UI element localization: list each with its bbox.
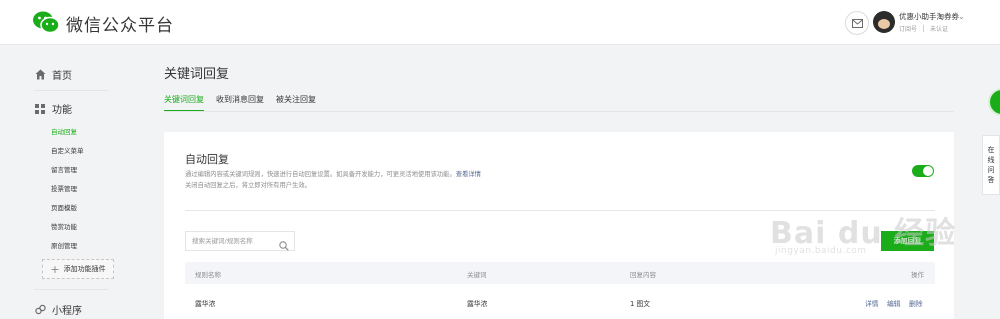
plus-icon: + xyxy=(50,262,60,276)
brand-title[interactable]: 微信公众平台 xyxy=(66,11,174,36)
sidebar-item-auto-reply[interactable]: 自动回复 xyxy=(51,126,77,136)
auto-reply-description: 通过编辑内容或关键词规则，快速进行自动回复设置。如具备开发能力，可更灵活地使用该… xyxy=(185,169,481,178)
online-help-char: 线 xyxy=(987,156,995,164)
miniprogram-icon xyxy=(34,304,46,316)
table-header: 规则名称 关键词 回复内容 操作 xyxy=(185,262,935,284)
account-status: 未认证 xyxy=(930,26,949,33)
divider xyxy=(923,25,925,32)
account-type: 订阅号 xyxy=(899,26,918,33)
sidebar-item-label: 小程序 xyxy=(52,306,82,317)
toggle-knob xyxy=(923,166,933,176)
page-title: 关键词回复 xyxy=(164,67,230,82)
add-plugin-label: 添加功能插件 xyxy=(63,265,106,273)
cell-keyword: 露华浓 xyxy=(467,300,488,308)
sidebar-item-comments[interactable]: 留言管理 xyxy=(51,164,77,174)
account-meta: 订阅号 未认证 xyxy=(899,24,948,33)
column-header-actions: 操作 xyxy=(911,271,924,279)
tab-follow-reply[interactable]: 被关注回复 xyxy=(276,94,316,112)
search-box xyxy=(185,231,295,251)
sidebar-item-votes[interactable]: 投票管理 xyxy=(51,183,77,193)
auto-reply-title: 自动回复 xyxy=(185,153,229,166)
sidebar-item-appreciation[interactable]: 赞赏功能 xyxy=(51,221,77,231)
sidebar-item-home[interactable]: 首页 xyxy=(34,67,72,82)
details-link[interactable]: 查看详情 xyxy=(456,171,481,178)
online-help-char: 在 xyxy=(987,146,995,154)
cell-rule: 露华浓 xyxy=(195,300,216,308)
sidebar-item-features[interactable]: 功能 xyxy=(34,101,72,116)
column-header-rule: 规则名称 xyxy=(195,271,221,279)
sidebar-item-page-templates[interactable]: 页面模版 xyxy=(51,202,77,212)
tab-bar: 关键词回复 收到消息回复 被关注回复 xyxy=(164,94,328,112)
wechat-logo-icon[interactable] xyxy=(32,10,60,34)
grid-icon xyxy=(34,103,46,115)
avatar[interactable] xyxy=(873,11,895,33)
sidebar-item-label: 功能 xyxy=(52,105,72,116)
sidebar-item-custom-menu[interactable]: 自定义菜单 xyxy=(51,145,84,155)
add-plugin-button[interactable]: + 添加功能插件 xyxy=(42,259,114,279)
tab-message-reply[interactable]: 收到消息回复 xyxy=(216,94,264,112)
floating-help-button[interactable] xyxy=(990,90,1000,114)
tab-keyword-reply[interactable]: 关键词回复 xyxy=(164,94,204,112)
divider xyxy=(34,90,108,91)
top-bar: 微信公众平台 优惠小助手淘券券 订阅号 未认证 ⌄ xyxy=(0,0,1000,45)
mail-icon[interactable] xyxy=(845,11,869,35)
sidebar: 首页 功能 自动回复 自定义菜单 留言管理 投票管理 页面模版 赞赏功能 原创管… xyxy=(0,45,150,319)
edit-action[interactable]: 编辑 xyxy=(887,298,901,308)
home-icon xyxy=(34,69,46,81)
divider xyxy=(34,289,108,290)
column-header-reply: 回复内容 xyxy=(630,271,656,279)
sidebar-item-original[interactable]: 原创管理 xyxy=(51,240,77,250)
auto-reply-note: 关闭自动回复之后，将立即对所有用户生效。 xyxy=(185,182,311,189)
sidebar-item-miniprogram[interactable]: 小程序 xyxy=(34,302,82,317)
account-name[interactable]: 优惠小助手淘券券 xyxy=(899,11,959,22)
baidu-watermark: Bai du 经验 jingyan.baidu.com xyxy=(770,208,956,256)
details-action[interactable]: 详情 xyxy=(865,298,879,308)
description-text: 通过编辑内容或关键词规则，快速进行自动回复设置。如具备开发能力，可更灵活地使用该… xyxy=(185,171,456,178)
watermark-url: jingyan.baidu.com xyxy=(775,246,867,256)
table-row[interactable]: 露华浓 露华浓 1 图文 详情 编辑 删除 xyxy=(185,292,935,314)
chevron-down-icon[interactable]: ⌄ xyxy=(958,12,965,21)
delete-action[interactable]: 删除 xyxy=(909,298,923,308)
cell-reply: 1 图文 xyxy=(630,300,651,308)
online-help-char: 答 xyxy=(987,176,995,184)
search-input[interactable] xyxy=(186,232,284,250)
search-icon[interactable] xyxy=(279,236,289,255)
column-header-keyword: 关键词 xyxy=(467,271,487,279)
auto-reply-toggle[interactable] xyxy=(912,165,934,177)
online-help-tab[interactable]: 在 线 问 答 xyxy=(982,135,1000,195)
sidebar-item-label: 首页 xyxy=(52,71,72,82)
divider xyxy=(164,111,954,112)
online-help-char: 问 xyxy=(987,166,995,174)
